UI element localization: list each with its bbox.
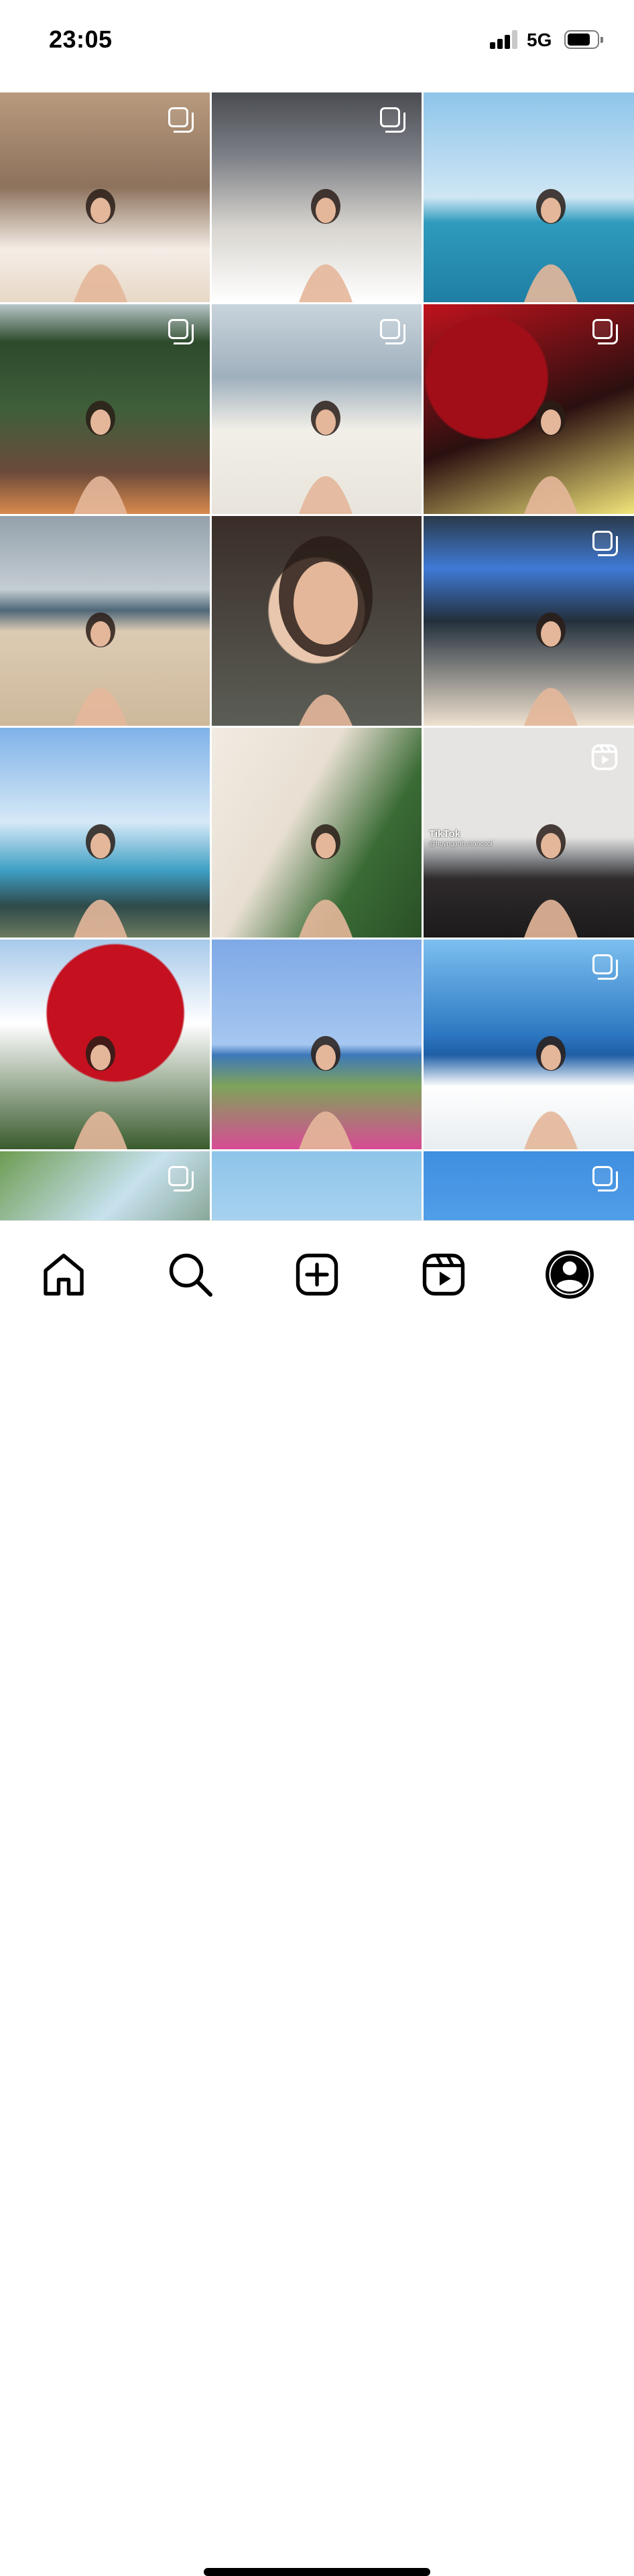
post-thumbnail-close-portrait[interactable]: [212, 516, 422, 726]
post-thumbnail-indoor-selfie[interactable]: [0, 92, 210, 302]
tab-search[interactable]: [164, 1248, 217, 1301]
network-type: 5G: [527, 29, 552, 50]
carousel-icon: [380, 107, 407, 134]
carousel-icon: [592, 319, 619, 346]
home-icon: [44, 1253, 84, 1296]
post-thumbnail-garden-wall[interactable]: [0, 304, 210, 514]
tab-profile[interactable]: [543, 1248, 596, 1301]
post-thumbnail-dressing-room[interactable]: [212, 304, 422, 514]
carousel-icon: [168, 319, 195, 346]
home-indicator: [204, 2568, 430, 2576]
status-time: 23:05: [49, 25, 113, 53]
battery-icon: [564, 30, 603, 49]
post-thumbnail-sandy-beach[interactable]: [0, 516, 210, 726]
post-thumbnail-fur-coat[interactable]: [424, 516, 634, 726]
post-thumbnail-rocky-coast[interactable]: [0, 728, 210, 938]
search-icon: [169, 1253, 212, 1297]
post-thumbnail-bougainvillea[interactable]: [0, 940, 210, 1149]
status-bar: 23:05 5G: [0, 0, 634, 91]
post-thumbnail-beach-terrace[interactable]: [424, 940, 634, 1149]
tiktok-watermark: TikTok: [429, 828, 460, 840]
plus-square-icon: [296, 1253, 338, 1296]
post-thumbnail-blue-sky[interactable]: [424, 1151, 634, 1220]
post-thumbnail-sunhat-flowers[interactable]: [212, 728, 422, 938]
post-thumbnail-conference-hall[interactable]: TikTok @huynganh.manosol: [424, 728, 634, 938]
post-thumbnail-restaurant-portrait[interactable]: [212, 92, 422, 302]
tiktok-username: @huynganh.manosol: [429, 840, 493, 848]
carousel-icon: [592, 531, 619, 558]
carousel-icon: [592, 1166, 619, 1193]
carousel-icon: [168, 107, 195, 134]
tab-home[interactable]: [37, 1248, 90, 1301]
reel-icon: [590, 743, 619, 772]
tab-reels[interactable]: [417, 1248, 470, 1301]
post-thumbnail-palm-leaves[interactable]: [0, 1151, 210, 1220]
profile-post-grid[interactable]: TikTok @huynganh.manosol: [0, 92, 634, 1220]
bottom-tab-bar: [0, 1220, 634, 2576]
cellular-signal-icon: [490, 30, 518, 49]
tab-create[interactable]: [290, 1248, 344, 1301]
profile-icon: [546, 1250, 594, 1299]
reels-icon: [422, 1253, 465, 1296]
carousel-icon: [592, 954, 619, 981]
carousel-icon: [380, 319, 407, 346]
post-thumbnail-sky-tower[interactable]: [212, 1151, 422, 1220]
post-thumbnail-flowers-sea[interactable]: [212, 940, 422, 1149]
post-thumbnail-red-roses[interactable]: [424, 304, 634, 514]
carousel-icon: [168, 1166, 195, 1193]
post-thumbnail-pool-beach[interactable]: [424, 92, 634, 302]
